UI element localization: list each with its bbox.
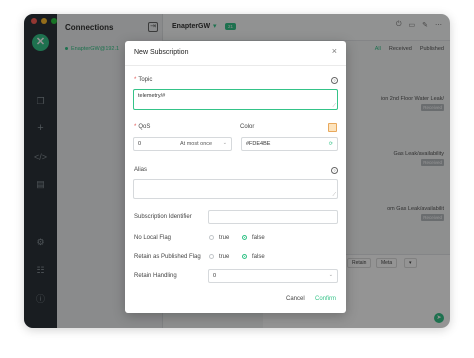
alias-input[interactable]: ⟋ [133, 179, 338, 199]
no-local-false-radio[interactable] [242, 235, 247, 240]
confirm-button[interactable]: Confirm [315, 296, 336, 302]
retain-as-published-label: Retain as Published Flag [134, 254, 201, 260]
alias-label: Alias [134, 167, 148, 173]
retain-handling-select[interactable]: 0 ⌄ [208, 269, 338, 283]
no-local-flag-label: No Local Flag [134, 235, 172, 241]
alias-help-icon[interactable]: ? [331, 167, 338, 174]
qos-select[interactable]: 0 At most once ⌄ [133, 137, 232, 151]
color-label: Color [240, 124, 255, 130]
topic-input[interactable]: telemetry/# ⟋ [133, 89, 338, 110]
resize-handle-icon[interactable]: ⟋ [332, 103, 336, 109]
color-value: #FDE4BE [246, 141, 271, 147]
rap-true-radio[interactable] [209, 254, 214, 259]
topic-value: telemetry/# [138, 93, 166, 99]
qos-label: * QoS [134, 124, 151, 130]
no-local-true-label: true [219, 235, 230, 241]
dialog-title: New Subscription [134, 49, 189, 56]
chevron-down-icon: ⌄ [328, 272, 333, 278]
cancel-button[interactable]: Cancel [286, 296, 305, 302]
color-input[interactable]: #FDE4BE ⟳ [241, 137, 338, 151]
color-swatch-icon[interactable] [328, 123, 337, 132]
qos-text: At most once [180, 141, 213, 147]
refresh-icon[interactable]: ⟳ [329, 141, 333, 147]
rap-false-label: false [252, 254, 265, 260]
topic-label: * Topic [134, 77, 153, 83]
resize-handle-icon[interactable]: ⟋ [332, 192, 336, 198]
subscription-identifier-input[interactable] [208, 210, 338, 224]
retain-handling-label: Retain Handling [134, 273, 177, 279]
qos-value: 0 [138, 141, 142, 147]
subscription-identifier-label: Subscription Identifier [134, 214, 192, 220]
no-local-true-radio[interactable] [209, 235, 214, 240]
new-subscription-dialog: New Subscription × * Topic ? telemetry/# … [125, 41, 346, 313]
topic-help-icon[interactable]: ? [331, 77, 338, 84]
retain-handling-value: 0 [213, 273, 217, 279]
divider [125, 65, 346, 66]
rap-true-label: true [219, 254, 230, 260]
rap-false-radio[interactable] [242, 254, 247, 259]
no-local-false-label: false [252, 235, 265, 241]
chevron-down-icon: ⌄ [222, 140, 227, 146]
close-icon[interactable]: × [332, 47, 337, 56]
